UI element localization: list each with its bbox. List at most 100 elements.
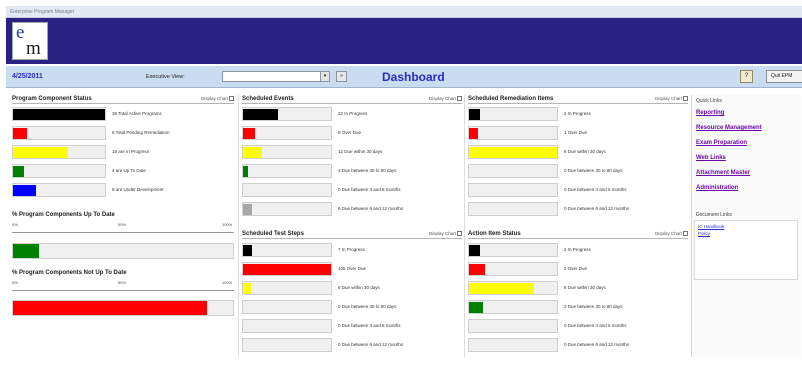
status-row-label: 0 Due between 3 and 6 months (564, 187, 627, 192)
display-chart-checkbox[interactable] (229, 96, 234, 101)
nav-bar: 4/25/2011 Executive View: ▾ » Dashboard … (6, 66, 802, 88)
status-bar-fill (13, 128, 27, 139)
status-row-label: 22 In Progress (338, 111, 368, 116)
quick-link-administration[interactable]: Administration (696, 185, 738, 191)
status-bar (242, 300, 332, 314)
program-status-header: Program Component Status Display Chart (12, 95, 234, 104)
status-row: 22 In Progress (242, 107, 462, 121)
status-bar-fill (243, 109, 278, 120)
status-bar-fill (469, 245, 480, 256)
executive-view-select[interactable]: ▾ (222, 71, 330, 82)
display-chart-label: Display Chart (428, 231, 456, 236)
status-row: 2 In Progress (468, 107, 688, 121)
quick-link-web-links[interactable]: Web Links (696, 155, 726, 161)
status-bar (242, 243, 332, 257)
up-to-date-title: % Program Components Up To Date (12, 212, 115, 218)
status-row: 8 Due within 30 days (468, 281, 688, 295)
status-bar (468, 319, 558, 333)
status-bar (242, 164, 332, 178)
scheduled-events-display-chart[interactable]: Display Chart (429, 96, 462, 101)
status-row: 0 Due between 3 and 6 months (468, 183, 688, 197)
test-steps-display-chart[interactable]: Display Chart (429, 231, 462, 236)
status-row: 0 Due between 6 and 12 months (468, 202, 688, 216)
status-bar (242, 338, 332, 352)
display-chart-label: Display Chart (654, 96, 682, 101)
not-up-to-date-scale-min: 0% (12, 280, 18, 285)
status-row-label: 5 Total Pending Remediation (112, 130, 170, 135)
status-row-label: 8 Due within 30 days (564, 285, 606, 290)
status-bar (468, 126, 558, 140)
scheduled-events-header: Scheduled Events Display Chart (242, 95, 462, 104)
status-row-label: 2 Over Due (564, 266, 588, 271)
logo-letter-m: m (26, 38, 41, 59)
display-chart-label: Display Chart (654, 231, 682, 236)
status-bar-fill (13, 147, 68, 158)
scheduled-events-title: Scheduled Events (242, 96, 294, 102)
status-bar-fill (243, 204, 252, 215)
status-row: 0 Due between 3 and 6 months (242, 183, 462, 197)
status-row: 12 Due within 30 days (242, 145, 462, 159)
status-row: 0 Due between 6 and 12 months (468, 338, 688, 352)
status-bar-fill (469, 128, 478, 139)
display-chart-checkbox[interactable] (457, 96, 462, 101)
status-bar (242, 319, 332, 333)
app-banner: e m (6, 18, 802, 64)
test-steps-header: Scheduled Test Steps Display Chart (242, 230, 462, 239)
status-row: 6 Due within 30 days (242, 281, 462, 295)
window-title: Enterprise Program Manager (10, 9, 75, 15)
quick-link-attachment-master[interactable]: Attachment Master (696, 170, 750, 176)
status-bar-fill (243, 245, 252, 256)
display-chart-checkbox[interactable] (457, 231, 462, 236)
test-steps-title: Scheduled Test Steps (242, 231, 304, 237)
status-row-label: 0 Due between 3 and 6 months (564, 323, 627, 328)
display-chart-label: Display Chart (428, 96, 456, 101)
status-row: 5 Total Pending Remediation (12, 126, 236, 140)
remediation-header: Scheduled Remediation Items Display Char… (468, 95, 688, 104)
quick-link-reporting[interactable]: Reporting (696, 110, 724, 116)
status-bar-fill (469, 302, 483, 313)
not-up-to-date-scale-line (12, 290, 234, 291)
status-row: 2 In Progress (468, 243, 688, 257)
action-items-title: Action Item Status (468, 231, 521, 237)
remediation-display-chart[interactable]: Display Chart (655, 96, 688, 101)
remediation-title: Scheduled Remediation Items (468, 96, 554, 102)
status-bar-fill (243, 283, 251, 294)
status-bar (12, 126, 106, 140)
quit-button[interactable]: Quit EPM (766, 70, 802, 83)
help-button[interactable]: ? (740, 70, 753, 83)
program-status-display-chart[interactable]: Display Chart (201, 96, 234, 101)
status-row-label: 18 are In Progress (112, 149, 150, 154)
action-items-display-chart[interactable]: Display Chart (655, 231, 688, 236)
executive-view-label: Executive View: (146, 74, 185, 80)
status-bar (468, 262, 558, 276)
status-row: 105 Over Due (242, 262, 462, 276)
status-bar (468, 243, 558, 257)
status-bar-fill (469, 147, 557, 158)
app-logo: e m (12, 22, 48, 60)
status-bar-fill (243, 128, 255, 139)
not-up-to-date-scale-mid: 50% (118, 280, 127, 285)
document-link-handbook[interactable]: IC Handbook (698, 224, 724, 229)
status-bar (242, 262, 332, 276)
document-link-policy[interactable]: Policy (698, 231, 710, 236)
status-bar (242, 126, 332, 140)
status-row-label: 1 Over Due (564, 130, 588, 135)
status-bar-fill (13, 185, 36, 196)
status-row: 2 Over Due (468, 262, 688, 276)
document-links-box: IC Handbook Policy (694, 220, 798, 280)
quick-link-resource-management[interactable]: Resource Management (696, 125, 762, 131)
status-row: 4 are Up To Date (12, 164, 236, 178)
status-row-label: 4 Due between 30 to 90 days (338, 168, 397, 173)
chevron-down-icon[interactable]: ▾ (320, 72, 329, 81)
go-button[interactable]: » (336, 71, 347, 82)
display-chart-checkbox[interactable] (683, 231, 688, 236)
display-chart-checkbox[interactable] (683, 96, 688, 101)
status-bar-fill (469, 109, 480, 120)
status-row-label: 2 In Progress (564, 111, 591, 116)
status-row-label: 6 Due within 30 days (338, 285, 380, 290)
up-to-date-scale-min: 0% (12, 222, 18, 227)
status-row-label: 6 Due between 6 and 12 months (338, 206, 404, 211)
status-row-label: 0 Due between 6 and 12 months (338, 342, 404, 347)
quick-link-exam-preparation[interactable]: Exam Preparation (696, 140, 747, 146)
current-date: 4/25/2011 (12, 73, 43, 80)
